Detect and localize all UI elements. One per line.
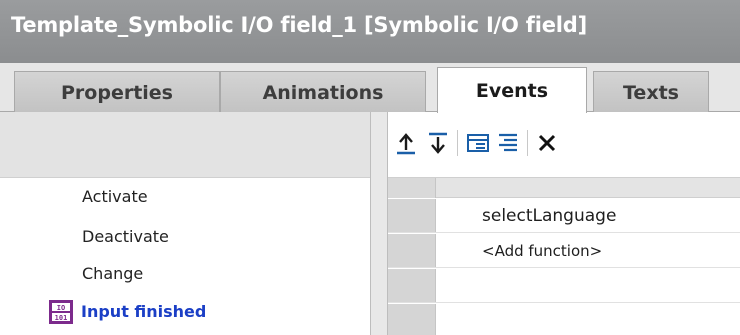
row-selector[interactable] (388, 304, 436, 335)
grid-header (388, 178, 740, 198)
row-selector[interactable] (388, 234, 436, 267)
toolbar-separator (457, 130, 458, 156)
io-field-icon: IO 101 (48, 299, 74, 325)
event-item-label: Deactivate (82, 227, 169, 246)
collapse-all-button[interactable] (494, 128, 522, 158)
delete-icon (538, 134, 556, 152)
move-up-button[interactable] (392, 128, 420, 158)
table-row[interactable]: <Add function> (388, 234, 740, 268)
table-row[interactable] (388, 269, 740, 303)
event-item-activate[interactable]: Activate (0, 179, 370, 214)
table-row[interactable]: selectLanguage (388, 199, 740, 233)
add-function-placeholder[interactable]: <Add function> (482, 234, 602, 267)
tab-events[interactable]: Events (437, 67, 587, 113)
function-toolbar (388, 112, 740, 178)
grid-header-selector (388, 178, 436, 198)
move-up-icon (397, 133, 415, 155)
function-name[interactable]: selectLanguage (482, 199, 616, 232)
event-item-input-finished[interactable]: IO 101 Input finished (0, 294, 370, 329)
function-list-pane: selectLanguage <Add function> (388, 112, 740, 335)
pane-splitter[interactable] (370, 112, 388, 335)
svg-text:101: 101 (55, 314, 68, 322)
tab-animations[interactable]: Animations (220, 71, 426, 113)
event-list-header (0, 112, 370, 178)
toolbar-separator (527, 130, 528, 156)
event-item-deactivate[interactable]: Deactivate (0, 219, 370, 254)
collapse-all-icon (499, 133, 517, 152)
move-down-button[interactable] (424, 128, 452, 158)
move-down-icon (429, 132, 447, 154)
row-selector[interactable] (388, 269, 436, 302)
svg-text:IO: IO (57, 304, 65, 312)
expand-all-icon (467, 134, 489, 152)
delete-button[interactable] (533, 128, 561, 158)
event-item-change[interactable]: Change (0, 256, 370, 291)
event-item-label: Activate (82, 187, 148, 206)
tab-strip: Properties Animations Events Texts (0, 63, 740, 113)
event-item-label: Input finished (81, 302, 207, 321)
event-list: Activate Deactivate Change IO 101 Input … (0, 112, 370, 335)
expand-all-button[interactable] (464, 128, 492, 158)
row-selector[interactable] (388, 199, 436, 232)
window-title: Template_Symbolic I/O field_1 [Symbolic … (0, 0, 740, 63)
table-row[interactable] (388, 304, 740, 335)
tab-properties[interactable]: Properties (14, 71, 220, 113)
event-item-label: Change (82, 264, 144, 283)
tab-texts[interactable]: Texts (593, 71, 709, 113)
